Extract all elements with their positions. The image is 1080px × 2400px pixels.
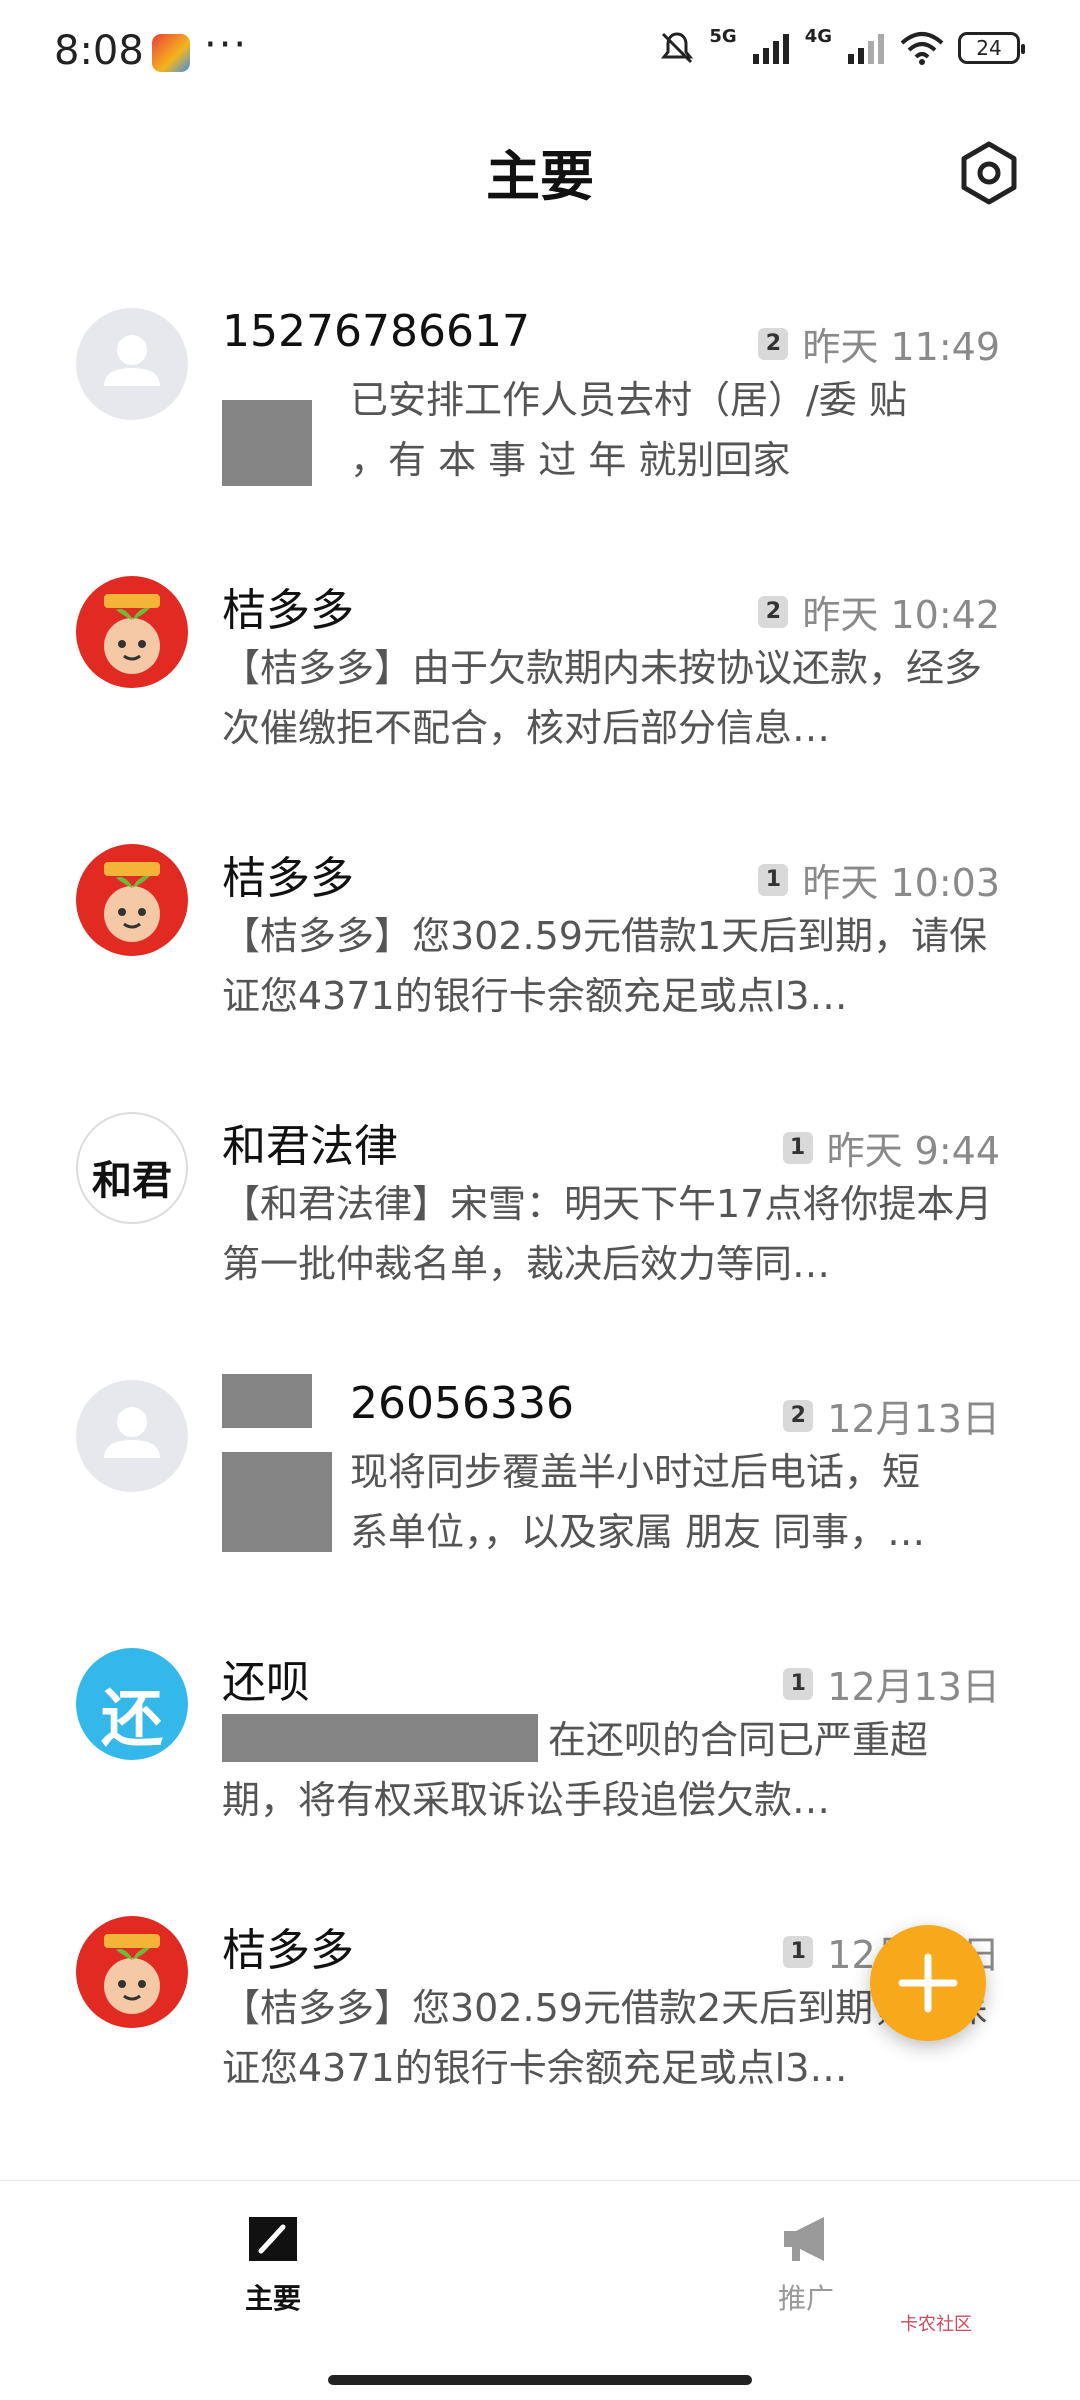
hejun-law-avatar-icon: 和君 [76,1112,188,1224]
conversation-item[interactable]: 和君 和君法律 1 昨天 9:44 【和君法律】宋雪：明天下午17点将你提本月第… [0,1094,1080,1354]
conversation-preview: 现将同步覆盖半小时过后电话，短 系单位，，以及家属 朋友 同事，… [222,1442,1002,1562]
conversation-time: 昨天 11:49 [802,325,1000,369]
preview-line: 期，将有权采取诉讼手段追偿欠款… [222,1778,831,1822]
new-message-button[interactable] [870,1925,986,2041]
conversation-time: 12月13日 [827,1665,1000,1709]
preview-line: 已安排工作人员去村（居）/委 贴 [350,378,907,422]
conversation-name: 15276786617 [222,306,530,357]
plus-icon [898,1953,958,2013]
conversation-name: 26056336 [350,1378,574,1429]
sim-badge: 1 [782,1131,813,1164]
sim-badge: 2 [758,595,789,628]
conversation-name: 桔多多 [222,585,354,636]
sim-badge: 1 [783,1667,814,1700]
wifi-icon [900,32,944,65]
watermark-text: 卡农社区 [900,2314,972,2335]
avatar-text: 还 [100,1682,163,1755]
signal-icon-2 [848,34,884,64]
conversation-preview: 已安排工作人员去村（居）/委 贴 ，有 本 事 过 年 就别回家 [222,370,1002,490]
redaction-mosaic [222,1374,312,1428]
redaction-mosaic [222,1714,538,1762]
jieduoduo-avatar-icon [76,576,188,688]
conversation-time: 昨天 10:03 [802,861,1000,905]
redaction-mosaic [222,400,312,486]
more-notifications-icon: ··· [204,22,249,68]
settings-icon[interactable] [956,140,1022,206]
conversation-time: 昨天 9:44 [826,1129,1000,1173]
conversation-preview: 【和君法律】宋雪：明天下午17点将你提本月第一批仲裁名单，裁决后效力等同… [222,1182,993,1286]
preview-line: 现将同步覆盖半小时过后电话，短 [350,1450,921,1494]
signal-icon [752,34,789,64]
conversation-item[interactable]: 26056336 2 12月13日 现将同步覆盖半小时过后电话，短 系单位，，以… [0,1362,1080,1622]
conversation-preview: 【桔多多】您302.59元借款1天后到期，请保证您4371的银行卡余额充足或点l… [222,914,988,1018]
preview-line: 系单位，，以及家属 朋友 同事，… [350,1510,926,1554]
conversation-time: 12月13日 [827,1397,1000,1441]
default-avatar-icon [76,1380,188,1492]
redaction-mosaic [222,1452,332,1552]
conversation-name: 桔多多 [222,853,354,904]
tab-main-label: 主要 [244,2282,301,2315]
tab-promotion-label: 推广 [777,2282,834,2315]
status-bar: 8:08 ··· 5G 4G 24 [0,0,1080,110]
jieduoduo-avatar-icon [76,844,188,956]
tab-main[interactable]: 主要 [173,2211,373,2317]
conversation-name: 和君法律 [222,1121,398,1172]
sim-badge: 1 [783,1935,814,1968]
conversation-time: 昨天 10:42 [802,593,1000,637]
mute-icon [661,32,694,64]
sim-badge: 2 [758,327,789,360]
home-indicator[interactable] [328,2375,752,2385]
conversation-name: 还呗 [222,1657,310,1708]
tab-promotion[interactable]: 推广 [706,2211,906,2317]
preview-line: ，有 本 事 过 年 就别回家 [350,438,791,482]
conversation-name: 桔多多 [222,1925,354,1976]
sim-badge: 1 [758,863,789,896]
conversation-item[interactable]: 15276786617 2 昨天 11:49 已安排工作人员去村（居）/委 贴 … [0,290,1080,550]
notification-app-icon [152,34,190,72]
megaphone-icon [784,2217,824,2261]
conversation-item[interactable]: 桔多多 2 昨天 10:42 【桔多多】由于欠款期内未按协议还款，经多次催缴拒不… [0,558,1080,818]
conversation-item[interactable]: 还 还呗 1 12月13日 在还呗的合同已严重超 期，将有权采取诉讼手段追偿欠款… [0,1630,1080,1890]
default-avatar-icon [76,308,188,420]
compose-icon [249,2217,297,2261]
sim-badge: 2 [783,1399,814,1432]
conversation-item[interactable]: 桔多多 1 昨天 10:03 【桔多多】您302.59元借款1天后到期，请保证您… [0,826,1080,1086]
page-title: 主要 [486,145,594,208]
network-4g-label: 4G [804,25,832,47]
avatar-text: 和君 [92,1157,172,1204]
jieduoduo-avatar-icon [76,1916,188,2028]
battery-indicator: 24 [958,32,1025,64]
network-5g-label: 5G [709,25,737,47]
huanbei-avatar-icon: 还 [76,1648,188,1760]
status-time: 8:08 [54,28,144,74]
conversation-preview: 【桔多多】由于欠款期内未按协议还款，经多次催缴拒不配合，核对后部分信息… [222,646,983,750]
